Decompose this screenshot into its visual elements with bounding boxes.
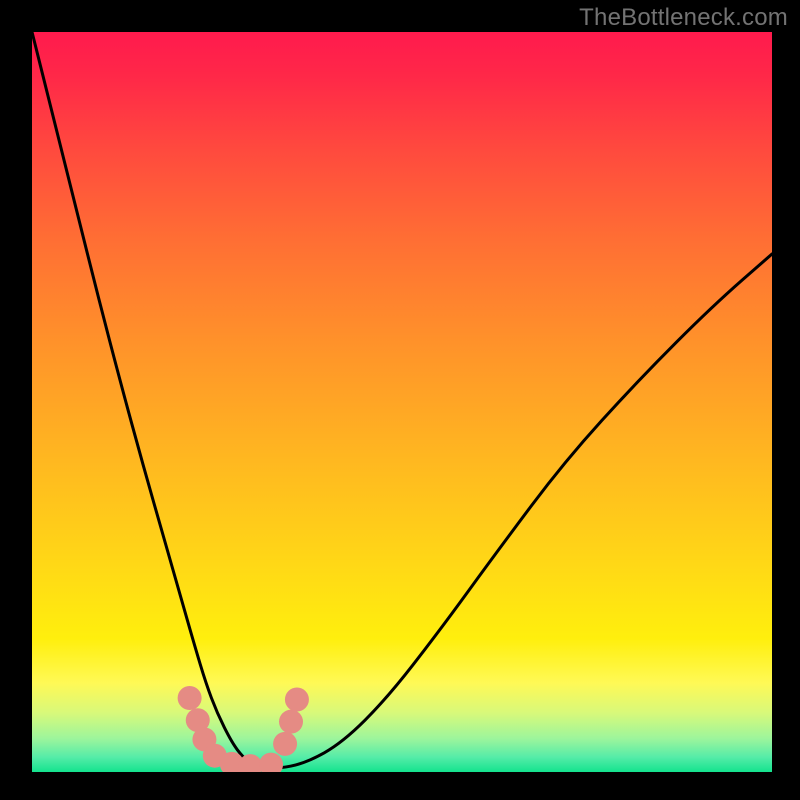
curve-marker [238,754,262,778]
chart-container: { "watermark": "TheBottleneck.com", "col… [0,0,800,800]
gradient-background [32,32,772,772]
curve-marker [178,686,202,710]
bottleneck-chart [0,0,800,800]
curve-marker [259,753,283,777]
curve-marker [279,710,303,734]
curve-marker [285,687,309,711]
curve-marker [273,732,297,756]
watermark-text: TheBottleneck.com [579,4,788,32]
